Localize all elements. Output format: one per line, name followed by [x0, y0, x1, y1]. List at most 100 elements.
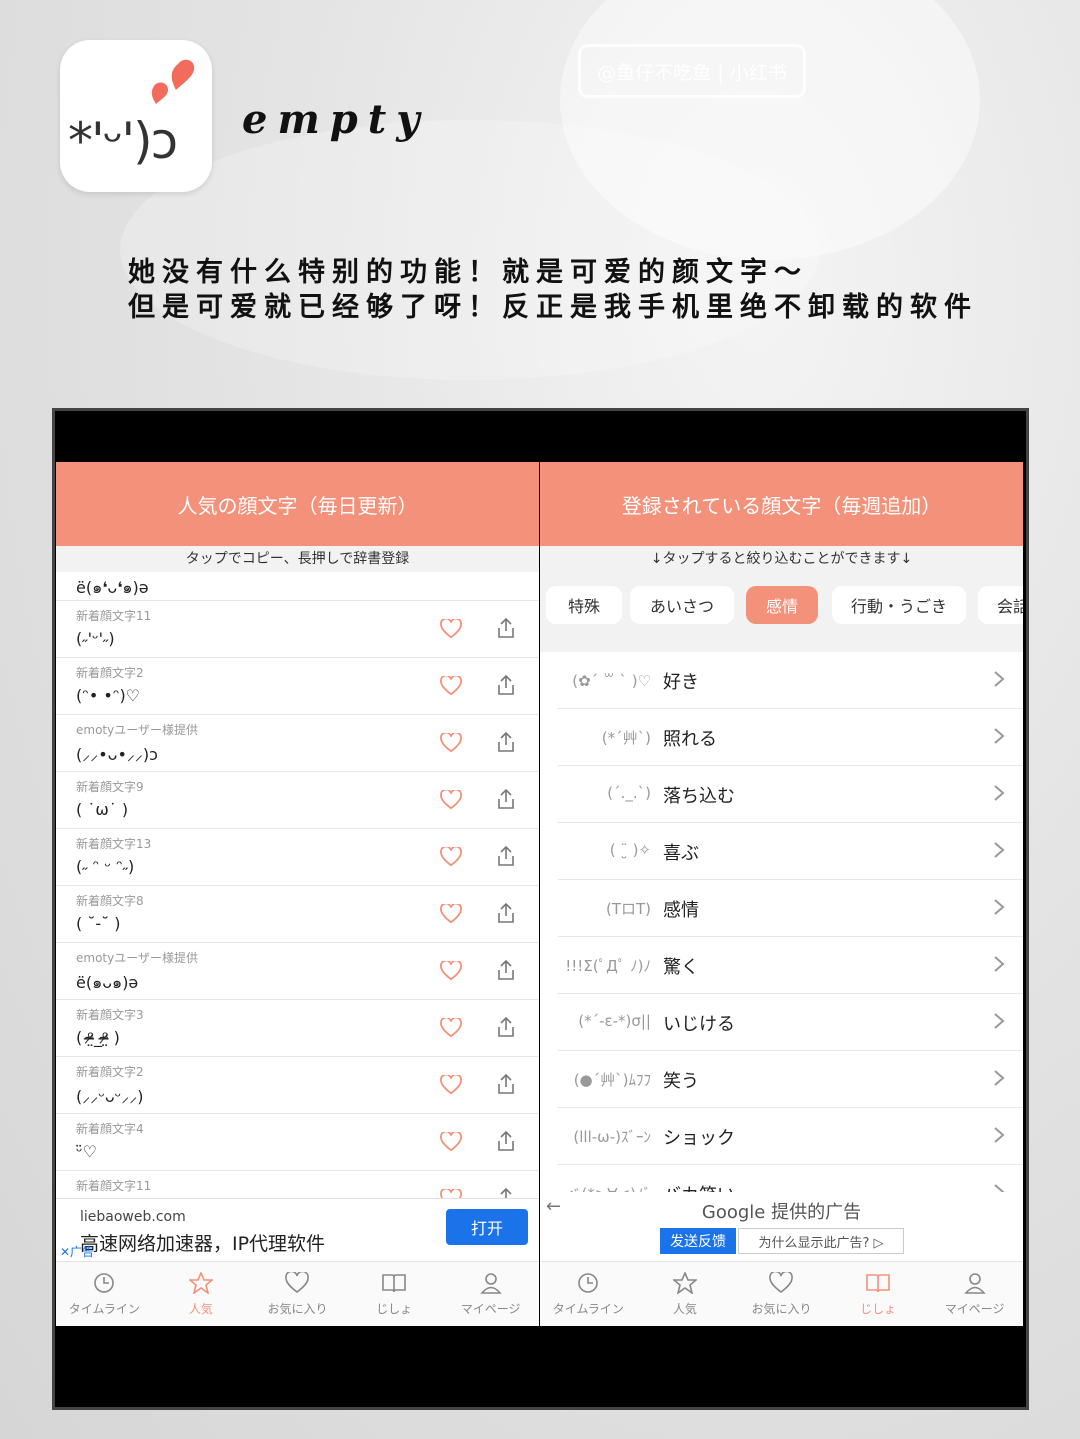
tab-bar: タイムライン 人気 お気に入り じしょ マイページ — [56, 1261, 539, 1326]
ad-banner[interactable]: liebaoweb.com 高速网络加速器，IP代理软件 打开 ✕广告 — [56, 1198, 539, 1263]
heart-icon[interactable] — [440, 617, 462, 643]
chevron-right-icon — [993, 1069, 1005, 1091]
tab-book[interactable]: じしょ — [830, 1262, 927, 1326]
kaomoji-source-label: 新着顔文字3 — [76, 1008, 144, 1022]
share-icon[interactable] — [496, 845, 516, 871]
heart-icon[interactable] — [440, 959, 462, 985]
share-icon[interactable] — [496, 1073, 516, 1099]
popular-screen: 人気の顔文字（毎日更新） タップでコピー、長押しで辞書登録 ë(๑❛ᴗ❛๑)ə … — [56, 462, 539, 1326]
list-item[interactable]: 新着顔文字2 (⸝⸝ᵕᴗᵕ⸝⸝) — [56, 1057, 539, 1114]
heart-icon — [769, 1270, 794, 1300]
chevron-right-icon — [993, 841, 1005, 863]
list-item[interactable]: 新着顔文字11 (˶'ᵕ'˶) — [56, 601, 539, 658]
list-item[interactable]: 新着顔文字3 ( ᵒ̴̶̷̤_ᵒ̴̶̷̤ ) — [56, 1000, 539, 1057]
category-row[interactable]: (TロT) 感情 — [558, 880, 1023, 937]
category-name: 照れる — [663, 729, 717, 750]
clock-icon — [577, 1272, 599, 1300]
tab-book[interactable]: じしょ — [346, 1262, 443, 1326]
share-icon[interactable] — [496, 959, 516, 985]
kaomoji-list[interactable]: ë(๑❛ᴗ❛๑)ə 新着顔文字11 (˶'ᵕ'˶) 新着顔文字2 (ᵔ• •ᵔ)♡ em… — [56, 572, 539, 1204]
list-item[interactable]: emotyユーザー様提供 (⸝⸝•ᴗ•⸝⸝)ɔ — [56, 715, 539, 772]
kaomoji-source-label: 新着顔文字9 — [76, 780, 144, 794]
google-ad: ← Google 提供的广告 发送反馈 为什么显示此广告? ▷ — [540, 1192, 1023, 1262]
category-row[interactable]: ( ¨̮ )✧ 喜ぶ — [558, 823, 1023, 880]
category-row[interactable]: !!!Σ(ﾟДﾟ ﾉ)ﾉ 驚く — [558, 937, 1023, 994]
category-chip[interactable]: 行動・うごき — [832, 586, 966, 624]
category-name: ショック — [663, 1128, 735, 1149]
kaomoji-text: ( ¨̮ )✧ — [609, 841, 651, 859]
tab-label: じしょ — [376, 1301, 413, 1316]
ad-domain: liebaoweb.com — [80, 1209, 186, 1225]
category-row[interactable]: (lll-ω-)ｽﾞｰﾝ ショック — [558, 1108, 1023, 1165]
tab-star[interactable]: 人気 — [153, 1262, 250, 1326]
share-icon[interactable] — [496, 617, 516, 643]
category-chip[interactable]: 特殊 — [546, 586, 622, 624]
tab-heart[interactable]: お気に入り — [733, 1262, 830, 1326]
ad-close-tag[interactable]: ✕广告 — [60, 1243, 94, 1260]
category-chip[interactable]: あいさつ — [630, 586, 734, 624]
kaomoji-text: ( ᵒ̴̶̷̤_ᵒ̴̶̷̤ ) — [76, 1028, 120, 1047]
tab-user[interactable]: マイページ — [926, 1262, 1023, 1326]
app-icon: *'ᵕ')ɔ — [60, 40, 212, 192]
ad-feedback-button[interactable]: 发送反馈 — [660, 1228, 736, 1254]
kaomoji-text: !!!Σ(ﾟДﾟ ﾉ)ﾉ — [565, 957, 651, 975]
heart-icon[interactable] — [440, 731, 462, 757]
share-icon[interactable] — [496, 1016, 516, 1042]
category-row[interactable]: (✿´ ꒳ ` )♡ 好き — [558, 652, 1023, 709]
category-name: 喜ぶ — [663, 843, 699, 864]
heart-icon[interactable] — [440, 845, 462, 871]
kaomoji-source-label: 新着顔文字8 — [76, 894, 144, 908]
kaomoji-source-label: 新着顔文字13 — [76, 837, 152, 851]
tab-label: 人気 — [672, 1301, 697, 1316]
category-chips: 特殊 あいさつ 感情 行動・うごき 会話 — [540, 572, 1023, 652]
kaomoji-text: (˶'ᵕ'˶) — [76, 629, 115, 648]
category-row[interactable]: (●´艸`)ﾑﾌﾌ 笑う — [558, 1051, 1023, 1108]
list-item[interactable]: 新着顔文字8 ( ˘-˘ ) — [56, 886, 539, 943]
share-icon[interactable] — [496, 731, 516, 757]
tab-bar: タイムライン 人気 お気に入り じしょ マイページ — [540, 1261, 1023, 1326]
app-icon-face: *'ᵕ')ɔ — [68, 112, 178, 170]
tab-heart[interactable]: お気に入り — [249, 1262, 346, 1326]
heart-icon[interactable] — [440, 1130, 462, 1156]
tab-user[interactable]: マイページ — [442, 1262, 539, 1326]
tab-clock[interactable]: タイムライン — [540, 1262, 637, 1326]
kaomoji-text: (●´艸`)ﾑﾌﾌ — [573, 1071, 651, 1089]
category-row[interactable]: (*´艸`) 照れる — [558, 709, 1023, 766]
book-icon — [865, 1272, 891, 1300]
heart-icon[interactable] — [440, 788, 462, 814]
share-icon[interactable] — [496, 1130, 516, 1156]
share-icon[interactable] — [496, 902, 516, 928]
tab-star[interactable]: 人気 — [637, 1262, 734, 1326]
category-chip[interactable]: 感情 — [746, 586, 818, 624]
kaomoji-source-label: 新着顔文字11 — [76, 609, 152, 623]
tab-label: マイページ — [460, 1301, 521, 1316]
list-item[interactable]: 新着顔文字13 (˶ ᵔ ᵕ ᵔ˶) — [56, 829, 539, 886]
heart-icon[interactable] — [440, 1073, 462, 1099]
tab-clock[interactable]: タイムライン — [56, 1262, 153, 1326]
kaomoji-text: (✿´ ꒳ ` )♡ — [572, 672, 651, 690]
list-item[interactable]: 新着顔文字2 (ᵔ• •ᵔ)♡ — [56, 658, 539, 715]
category-list[interactable]: (✿´ ꒳ ` )♡ 好き (*´艸`) 照れる (´._.`) 落ち込む ( ¨̮ )✧ 喜… — [540, 652, 1023, 1222]
tab-label: お気に入り — [267, 1301, 328, 1316]
list-item[interactable]: ë(๑❛ᴗ❛๑)ə — [56, 572, 539, 601]
tagline: 但是可爱就已经够了呀！反正是我手机里绝不卸载的软件 — [128, 292, 978, 323]
heart-icon[interactable] — [440, 1016, 462, 1042]
list-item[interactable]: 新着顔文字9 ( ˙ω˙ ) — [56, 772, 539, 829]
ad-why-button[interactable]: 为什么显示此广告? ▷ — [738, 1228, 904, 1254]
kaomoji-text: ( ˙ω˙ ) — [76, 800, 129, 819]
category-row[interactable]: (*´-ε-*)σ|| いじける — [558, 994, 1023, 1051]
kaomoji-source-label: 新着顔文字2 — [76, 666, 144, 680]
kaomoji-source-label: 新着顔文字4 — [76, 1122, 144, 1136]
category-chip[interactable]: 会話 — [978, 586, 1023, 624]
category-row[interactable]: (´._.`) 落ち込む — [558, 766, 1023, 823]
ad-open-button[interactable]: 打开 — [446, 1209, 528, 1245]
kaomoji-text: (˶ ᵔ ᵕ ᵔ˶) — [76, 857, 135, 876]
share-icon[interactable] — [496, 788, 516, 814]
heart-icon[interactable] — [440, 674, 462, 700]
kaomoji-source-label: 新着顔文字11 — [76, 1179, 152, 1193]
list-item[interactable]: 新着顔文字4 ᵕ̈♡ — [56, 1114, 539, 1171]
heart-icon[interactable] — [440, 902, 462, 928]
list-item[interactable]: emotyユーザー様提供 ë(๑ᴗ๑)ə — [56, 943, 539, 1000]
kaomoji-text: (´._.`) — [607, 784, 651, 802]
share-icon[interactable] — [496, 674, 516, 700]
